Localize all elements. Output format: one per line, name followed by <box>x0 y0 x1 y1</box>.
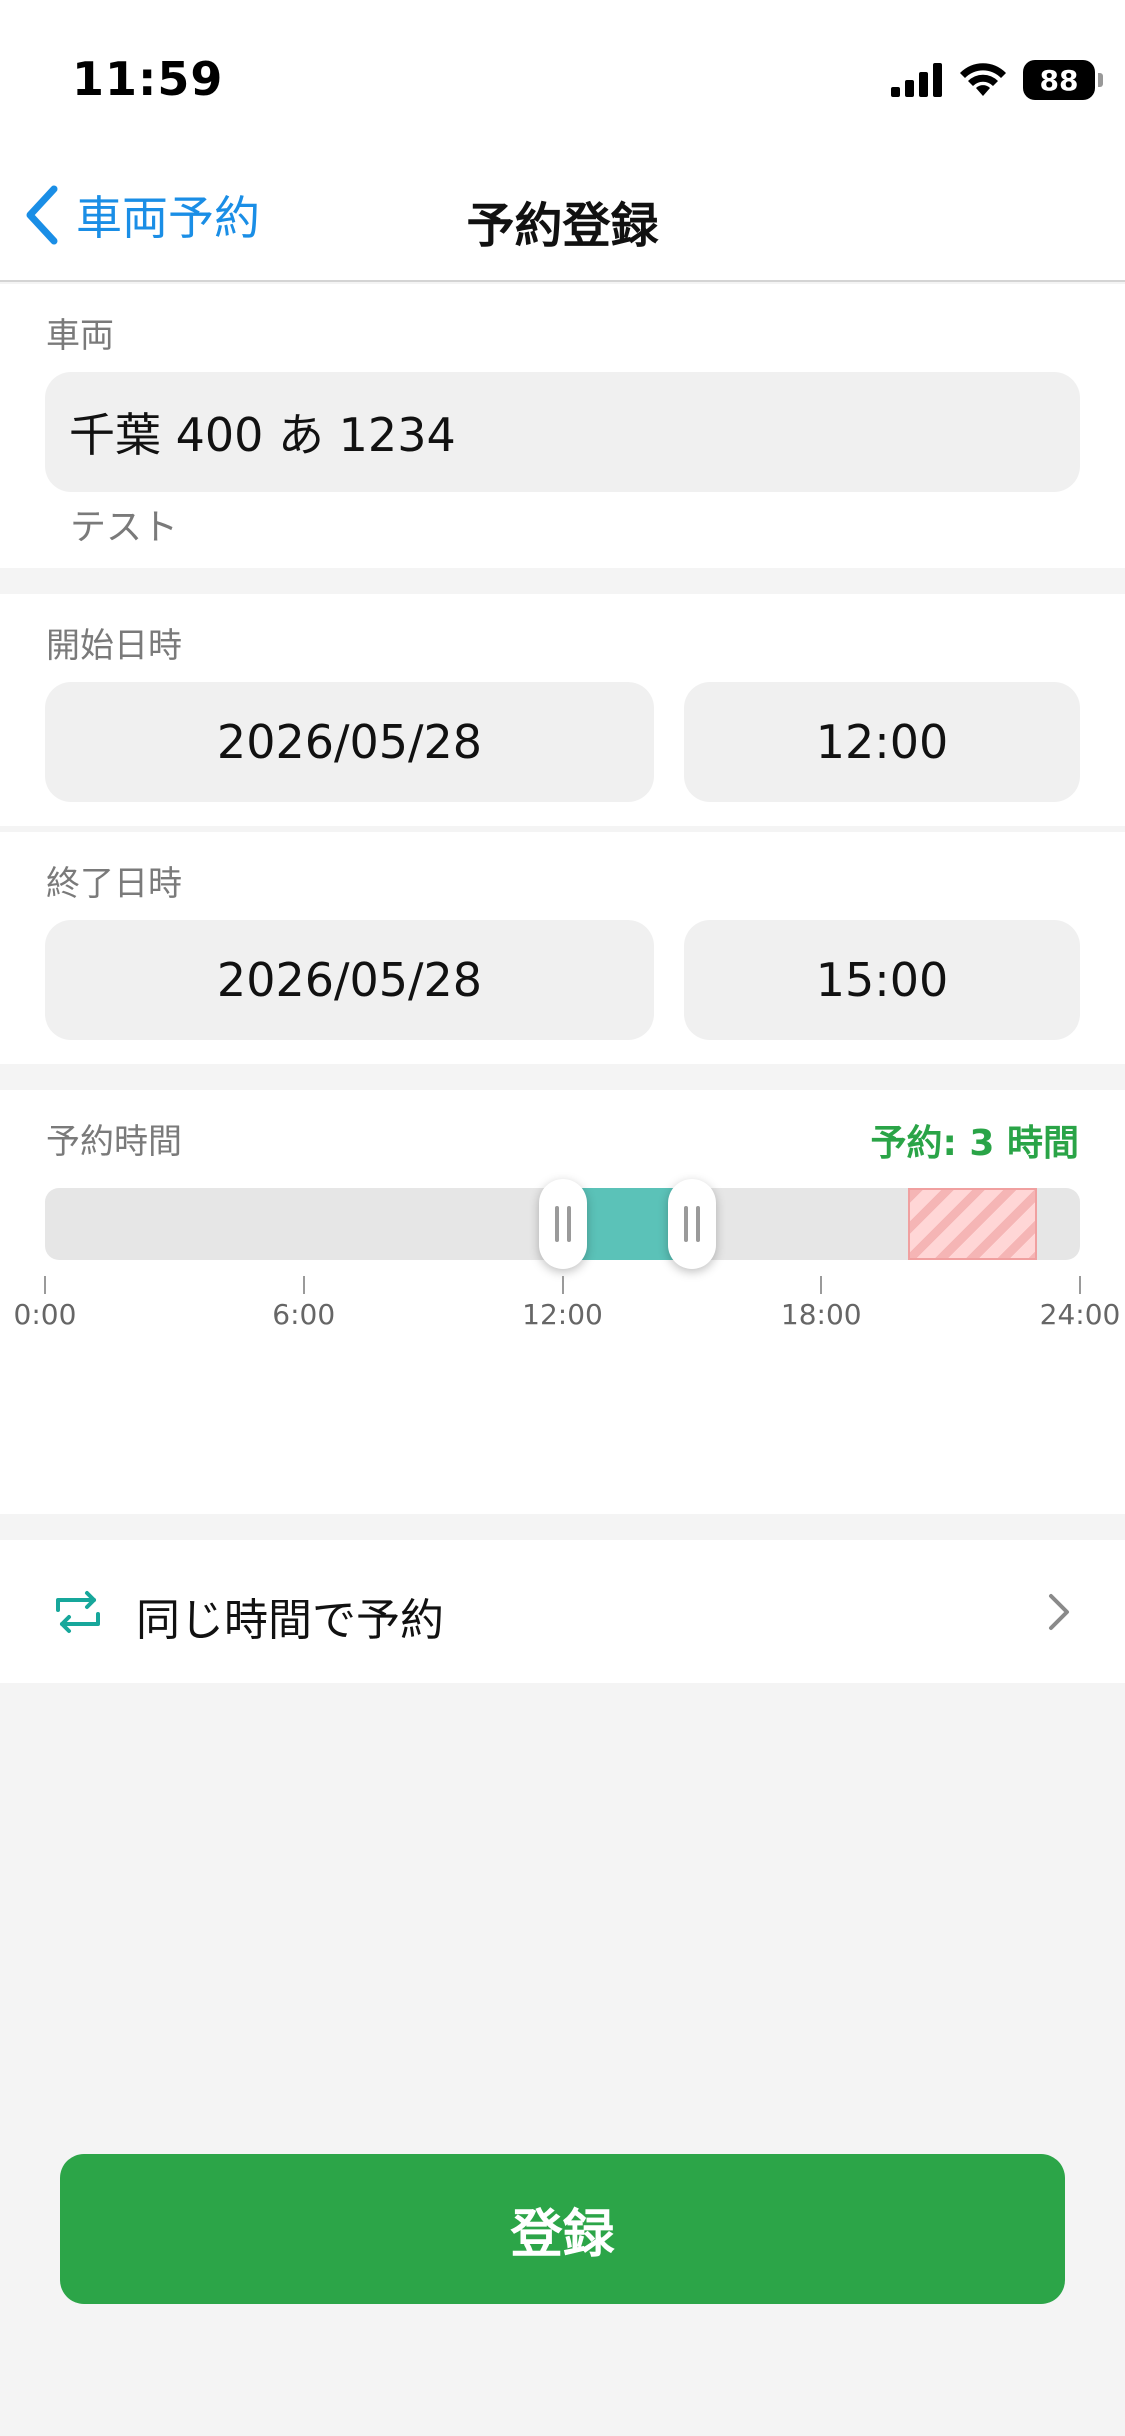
timeline-unavailable-range <box>907 1188 1037 1260</box>
start-date-field[interactable]: 2026/05/28 <box>45 682 654 802</box>
timeline-track[interactable] <box>45 1179 1080 1269</box>
status-icons: 88 <box>891 58 1103 102</box>
status-bar: 11:59 88 <box>0 0 1125 150</box>
battery-icon: 88 <box>1023 60 1103 100</box>
same-time-reserve-label: 同じ時間で予約 <box>136 1595 444 1646</box>
start-date-value: 2026/05/28 <box>216 715 483 769</box>
timeline-start-handle[interactable] <box>538 1179 587 1269</box>
grip-line <box>566 1206 571 1242</box>
reservation-time-section: 予約時間 予約: 3 時間 0:00 6:00 12:00 18:00 24:00 <box>0 1090 1125 1514</box>
grip-line <box>695 1206 700 1242</box>
timeline-tick <box>1079 1276 1081 1294</box>
timeline-end-handle[interactable] <box>667 1179 716 1269</box>
start-label: 開始日時 <box>46 626 182 666</box>
vehicle-value: 千葉 400 あ 1234 <box>69 408 456 462</box>
end-date-value: 2026/05/28 <box>216 953 483 1007</box>
screen: 11:59 88 車両予約 予約登録 車両 千葉 400 あ 1234 テスト … <box>0 0 1125 2436</box>
chevron-right-icon <box>1049 1594 1069 1630</box>
timeline-tick <box>44 1276 46 1294</box>
nav-bar: 車両予約 予約登録 <box>0 150 1125 282</box>
vehicle-label: 車両 <box>46 316 114 356</box>
end-date-field[interactable]: 2026/05/28 <box>45 920 654 1040</box>
start-time-value: 12:00 <box>815 715 949 769</box>
end-label: 終了日時 <box>46 864 182 904</box>
vehicle-section: 車両 千葉 400 あ 1234 テスト <box>0 284 1125 568</box>
grip-line <box>554 1206 559 1242</box>
timeline-tick-label: 0:00 <box>13 1298 77 1331</box>
timeline-tick-label: 6:00 <box>272 1298 336 1331</box>
timeline-tick <box>561 1276 564 1294</box>
register-button[interactable]: 登録 <box>60 2154 1065 2304</box>
end-time-value: 15:00 <box>815 953 949 1007</box>
start-time-field[interactable]: 12:00 <box>684 682 1080 802</box>
wifi-icon <box>960 63 1006 96</box>
start-section: 開始日時 2026/05/28 12:00 <box>0 594 1125 826</box>
cellular-signal-icon <box>891 63 942 97</box>
repeat-icon <box>56 1591 100 1633</box>
page-title: 予約登録 <box>466 198 659 254</box>
timeline-tick-label: 24:00 <box>1039 1298 1121 1331</box>
vehicle-subtext: テスト <box>70 507 179 548</box>
grip-line <box>683 1206 688 1242</box>
timeline-tick <box>302 1276 305 1294</box>
timeline-tick-label: 18:00 <box>780 1298 862 1331</box>
status-time: 11:59 <box>72 52 224 106</box>
end-section: 終了日時 2026/05/28 15:00 <box>0 832 1125 1064</box>
reservation-time-label: 予約時間 <box>46 1122 182 1162</box>
timeline-tick-label: 12:00 <box>522 1298 603 1331</box>
battery-level: 88 <box>1039 63 1079 97</box>
reservation-summary: 予約: 3 時間 <box>870 1123 1079 1164</box>
timeline-tick <box>820 1276 823 1294</box>
end-time-field[interactable]: 15:00 <box>684 920 1080 1040</box>
vehicle-field[interactable]: 千葉 400 あ 1234 <box>45 372 1080 492</box>
same-time-reserve-row[interactable]: 同じ時間で予約 <box>0 1540 1125 1683</box>
